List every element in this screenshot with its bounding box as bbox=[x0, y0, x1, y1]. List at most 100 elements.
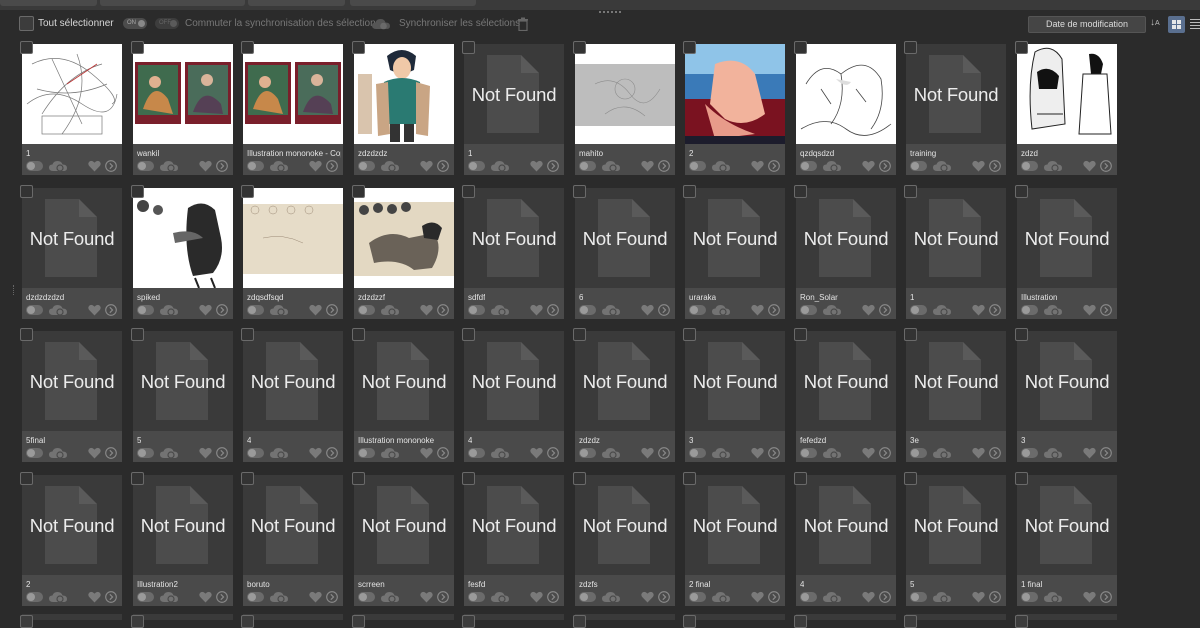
cloud-icon[interactable] bbox=[159, 160, 179, 172]
sync-toggle[interactable] bbox=[468, 448, 485, 458]
chevron-right-icon[interactable] bbox=[658, 160, 670, 172]
thumbnail[interactable] bbox=[354, 188, 454, 288]
thumbnail[interactable]: Not Found bbox=[22, 331, 122, 431]
file-card[interactable]: Not Found 5 bbox=[131, 328, 233, 462]
thumbnail[interactable]: Not Found bbox=[685, 188, 785, 288]
select-checkbox[interactable] bbox=[352, 41, 365, 54]
heart-icon[interactable] bbox=[972, 160, 985, 172]
file-card[interactable]: zdzdzdz bbox=[352, 41, 454, 175]
sync-toggle[interactable] bbox=[1021, 161, 1038, 171]
sync-toggle[interactable] bbox=[26, 592, 43, 602]
select-checkbox[interactable] bbox=[683, 328, 696, 341]
sync-toggle[interactable] bbox=[358, 592, 375, 602]
chevron-right-icon[interactable] bbox=[547, 304, 559, 316]
trash-icon[interactable] bbox=[517, 17, 529, 31]
chevron-right-icon[interactable] bbox=[547, 447, 559, 459]
cloud-icon[interactable] bbox=[932, 160, 952, 172]
list-view-icon[interactable] bbox=[1190, 19, 1200, 31]
thumbnail[interactable]: Not Found bbox=[133, 331, 233, 431]
file-card[interactable]: mahito bbox=[573, 41, 675, 175]
chevron-right-icon[interactable] bbox=[437, 304, 449, 316]
chevron-right-icon[interactable] bbox=[879, 304, 891, 316]
cloud-icon[interactable] bbox=[601, 591, 621, 603]
chevron-right-icon[interactable] bbox=[547, 591, 559, 603]
file-card[interactable]: Not Found Illustration bbox=[1015, 185, 1117, 319]
file-card[interactable]: Not Found 3 bbox=[1015, 328, 1117, 462]
heart-icon[interactable] bbox=[530, 160, 543, 172]
thumbnail[interactable] bbox=[796, 44, 896, 144]
cloud-sync-icon[interactable] bbox=[371, 17, 391, 31]
sync-toggle[interactable] bbox=[247, 448, 264, 458]
heart-icon[interactable] bbox=[309, 304, 322, 316]
cloud-icon[interactable] bbox=[48, 160, 68, 172]
select-checkbox[interactable] bbox=[1015, 472, 1028, 485]
cloud-icon[interactable] bbox=[822, 591, 842, 603]
chevron-right-icon[interactable] bbox=[105, 160, 117, 172]
heart-icon[interactable] bbox=[1083, 447, 1096, 459]
cloud-icon[interactable] bbox=[380, 447, 400, 459]
sync-toggle[interactable] bbox=[579, 592, 596, 602]
thumbnail[interactable] bbox=[1017, 44, 1117, 144]
heart-icon[interactable] bbox=[1083, 304, 1096, 316]
select-checkbox[interactable] bbox=[794, 328, 807, 341]
sync-toggle[interactable] bbox=[247, 305, 264, 315]
sync-toggle[interactable] bbox=[468, 305, 485, 315]
thumbnail[interactable]: Not Found bbox=[464, 331, 564, 431]
select-checkbox[interactable] bbox=[352, 615, 365, 628]
sync-toggle[interactable] bbox=[247, 592, 264, 602]
file-card[interactable]: Not Found 2 bbox=[20, 472, 122, 606]
file-card[interactable]: Not Found Ron_Solar bbox=[794, 185, 896, 319]
file-card[interactable]: Not Found 2 final bbox=[683, 472, 785, 606]
select-checkbox[interactable] bbox=[794, 41, 807, 54]
chevron-right-icon[interactable] bbox=[658, 447, 670, 459]
sync-toggle[interactable] bbox=[910, 592, 927, 602]
cloud-icon[interactable] bbox=[380, 304, 400, 316]
select-checkbox[interactable] bbox=[1015, 615, 1028, 628]
chevron-right-icon[interactable] bbox=[989, 591, 1001, 603]
chevron-right-icon[interactable] bbox=[326, 591, 338, 603]
thumbnail[interactable]: Not Found bbox=[575, 475, 675, 575]
select-checkbox[interactable] bbox=[241, 328, 254, 341]
file-card[interactable]: Not Found 3 bbox=[683, 328, 785, 462]
file-card[interactable]: Not Found scrreen bbox=[352, 472, 454, 606]
select-checkbox[interactable] bbox=[462, 328, 475, 341]
thumbnail[interactable] bbox=[22, 44, 122, 144]
sync-toggle[interactable] bbox=[1021, 305, 1038, 315]
select-checkbox[interactable] bbox=[1015, 185, 1028, 198]
file-card-partial[interactable] bbox=[131, 614, 233, 628]
file-card-partial[interactable] bbox=[683, 614, 785, 628]
cloud-icon[interactable] bbox=[711, 591, 731, 603]
heart-icon[interactable] bbox=[751, 591, 764, 603]
file-card-partial[interactable] bbox=[573, 614, 675, 628]
file-card[interactable]: Not Found 1 bbox=[904, 185, 1006, 319]
select-checkbox[interactable] bbox=[573, 328, 586, 341]
cloud-icon[interactable] bbox=[711, 304, 731, 316]
cloud-icon[interactable] bbox=[48, 447, 68, 459]
select-checkbox[interactable] bbox=[904, 472, 917, 485]
cloud-icon[interactable] bbox=[601, 447, 621, 459]
file-card[interactable]: qzdqsdzd bbox=[794, 41, 896, 175]
cloud-icon[interactable] bbox=[711, 447, 731, 459]
top-tab[interactable] bbox=[248, 0, 345, 6]
heart-icon[interactable] bbox=[420, 447, 433, 459]
thumbnail[interactable]: Not Found bbox=[906, 188, 1006, 288]
select-checkbox[interactable] bbox=[131, 328, 144, 341]
thumbnail[interactable]: Not Found bbox=[685, 475, 785, 575]
cloud-icon[interactable] bbox=[601, 160, 621, 172]
cloud-icon[interactable] bbox=[490, 447, 510, 459]
sync-toggle[interactable] bbox=[26, 448, 43, 458]
cloud-icon[interactable] bbox=[269, 447, 289, 459]
file-card[interactable]: Not Found 4 bbox=[794, 472, 896, 606]
chevron-right-icon[interactable] bbox=[437, 447, 449, 459]
thumbnail[interactable] bbox=[133, 188, 233, 288]
select-checkbox[interactable] bbox=[352, 185, 365, 198]
sync-toggle[interactable] bbox=[26, 305, 43, 315]
file-card[interactable]: zdzd bbox=[1015, 41, 1117, 175]
thumbnail[interactable]: Not Found bbox=[1017, 188, 1117, 288]
file-card[interactable]: Not Found 4 bbox=[462, 328, 564, 462]
heart-icon[interactable] bbox=[972, 447, 985, 459]
file-card-partial[interactable] bbox=[794, 614, 896, 628]
select-checkbox[interactable] bbox=[794, 185, 807, 198]
select-checkbox[interactable] bbox=[573, 185, 586, 198]
thumbnail[interactable]: Not Found bbox=[22, 475, 122, 575]
